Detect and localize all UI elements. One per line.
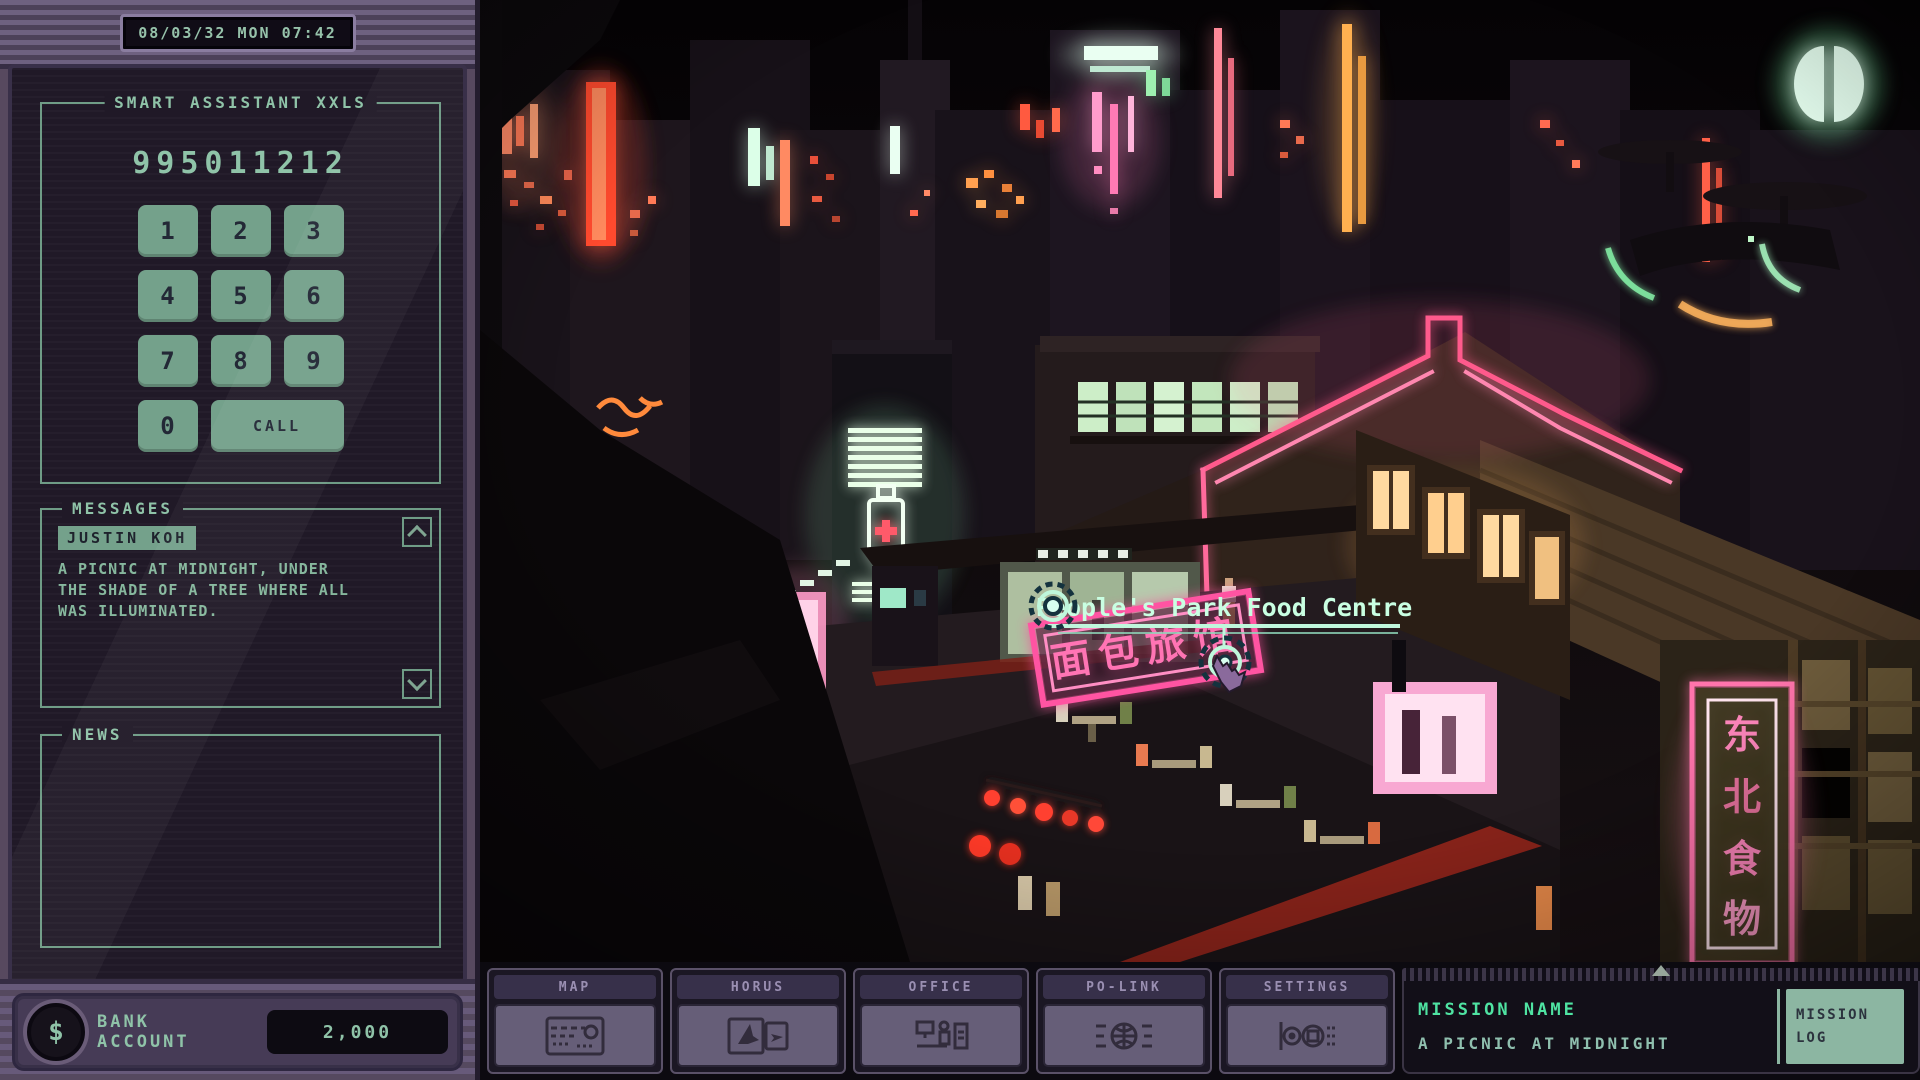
panel-expand-arrow-icon[interactable] bbox=[1652, 965, 1670, 976]
messages-scroll-down-button[interactable] bbox=[402, 669, 432, 699]
mission-heading: MISSION NAME bbox=[1418, 1000, 1777, 1020]
tab-office[interactable]: OFFICE bbox=[853, 968, 1029, 1074]
news-panel: NEWS bbox=[40, 734, 441, 948]
tab-po-link[interactable]: PO-LINK bbox=[1036, 968, 1212, 1074]
key-3[interactable]: 3 bbox=[284, 205, 344, 257]
city-scene-art: 面包旅馆 东 北 食 物 bbox=[480, 0, 1920, 962]
device-bottom-bezel: $ BANK ACCOUNT 2,000 bbox=[0, 979, 475, 1080]
money-coin-icon: $ bbox=[27, 1003, 85, 1061]
mission-name: A PICNIC AT MIDNIGHT bbox=[1418, 1034, 1777, 1053]
key-0[interactable]: 0 bbox=[138, 400, 198, 452]
location-label-text[interactable]: People's Park Food Centre bbox=[1036, 593, 1412, 622]
location-reticle[interactable] bbox=[1031, 584, 1075, 628]
key-9[interactable]: 9 bbox=[284, 335, 344, 387]
city-view: 面包旅馆 东 北 食 物 bbox=[480, 0, 1920, 962]
messages-scroll-up-button[interactable] bbox=[402, 517, 432, 547]
key-4[interactable]: 4 bbox=[138, 270, 198, 322]
mission-log-button[interactable]: MISSION LOG bbox=[1786, 989, 1904, 1064]
key-6[interactable]: 6 bbox=[284, 270, 344, 322]
device-screen: SMART ASSISTANT XXLS 995011212 1 2 3 4 5… bbox=[8, 64, 467, 984]
horus-bird-icon bbox=[726, 1014, 790, 1058]
dialed-number: 995011212 bbox=[42, 146, 439, 181]
call-button[interactable]: CALL bbox=[211, 400, 344, 452]
tab-settings[interactable]: SETTINGS bbox=[1219, 968, 1395, 1074]
phone-keypad: 1 2 3 4 5 6 7 8 9 0 CALL bbox=[138, 205, 344, 452]
settings-dials-icon bbox=[1275, 1014, 1339, 1058]
key-7[interactable]: 7 bbox=[138, 335, 198, 387]
mission-panel-ribbed-edge bbox=[1402, 968, 1920, 981]
messages-panel: MESSAGES JUSTIN KOH A PICNIC AT MIDNIGHT… bbox=[40, 508, 441, 708]
bank-account-bar: $ BANK ACCOUNT 2,000 bbox=[12, 993, 463, 1071]
bottom-navigation: MAP HORUS OFFICE bbox=[480, 962, 1920, 1080]
datetime-display: 08/03/32 MON 07:42 bbox=[120, 14, 356, 52]
po-link-globe-icon bbox=[1092, 1014, 1156, 1058]
datetime-text: 08/03/32 MON 07:42 bbox=[138, 24, 337, 42]
mission-log-divider bbox=[1777, 989, 1780, 1064]
phone-panel: SMART ASSISTANT XXLS 995011212 1 2 3 4 5… bbox=[40, 102, 441, 484]
chevron-up-icon bbox=[407, 525, 427, 545]
key-8[interactable]: 8 bbox=[211, 335, 271, 387]
key-5[interactable]: 5 bbox=[211, 270, 271, 322]
tab-horus[interactable]: HORUS bbox=[670, 968, 846, 1074]
message-body: A PICNIC AT MIDNIGHT, UNDER THE SHADE OF… bbox=[58, 559, 364, 622]
bank-account-label: BANK ACCOUNT bbox=[97, 1012, 255, 1052]
device-top-bezel: 08/03/32 MON 07:42 bbox=[0, 0, 475, 69]
game-screen: 08/03/32 MON 07:42 SMART ASSISTANT XXLS … bbox=[0, 0, 1920, 1080]
office-desk-icon bbox=[909, 1014, 973, 1058]
news-title: NEWS bbox=[62, 725, 133, 744]
bank-balance-value: 2,000 bbox=[267, 1010, 448, 1054]
key-1[interactable]: 1 bbox=[138, 205, 198, 257]
currency-symbol: $ bbox=[48, 1017, 64, 1047]
map-icon bbox=[543, 1014, 607, 1058]
chevron-down-icon bbox=[407, 671, 427, 691]
smart-assistant-device: 08/03/32 MON 07:42 SMART ASSISTANT XXLS … bbox=[0, 0, 480, 1080]
phone-panel-title: SMART ASSISTANT XXLS bbox=[104, 93, 377, 112]
mission-panel: MISSION NAME A PICNIC AT MIDNIGHT MISSIO… bbox=[1402, 968, 1920, 1074]
messages-title: MESSAGES bbox=[62, 499, 183, 518]
message-sender[interactable]: JUSTIN KOH bbox=[58, 526, 196, 550]
key-2[interactable]: 2 bbox=[211, 205, 271, 257]
tab-map[interactable]: MAP bbox=[487, 968, 663, 1074]
